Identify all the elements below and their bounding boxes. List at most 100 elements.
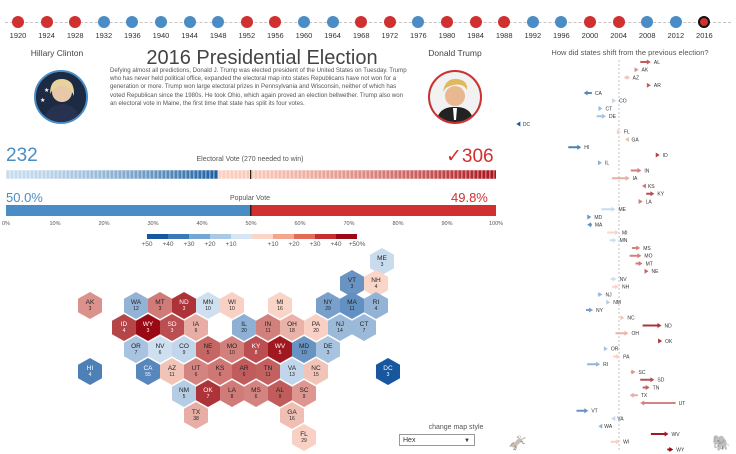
state-hex-nm[interactable]: NM 5 [172, 380, 196, 407]
state-hex-mo[interactable]: MO 10 [220, 336, 244, 363]
year-label[interactable]: 1996 [547, 31, 575, 40]
state-hex-az[interactable]: AZ 11 [160, 358, 184, 385]
year-label[interactable]: 1972 [376, 31, 404, 40]
state-hex-nc[interactable]: NC 15 [304, 358, 328, 385]
year-label[interactable]: 1976 [404, 31, 432, 40]
year-label[interactable]: 1928 [61, 31, 89, 40]
year-label[interactable]: 1936 [118, 31, 146, 40]
state-hex-sc[interactable]: SC 9 [292, 380, 316, 407]
year-dot-1992[interactable] [526, 16, 539, 28]
year-dot-2000[interactable] [584, 16, 596, 28]
year-label[interactable]: 1944 [176, 31, 204, 40]
state-hex-ne[interactable]: NE 5 [196, 336, 220, 363]
year-label[interactable]: 1992 [519, 31, 547, 40]
map-style-select[interactable]: Hex ▼ [399, 434, 475, 446]
year-label[interactable]: 2004 [605, 31, 633, 40]
state-hex-ri[interactable]: RI 4 [364, 292, 388, 319]
state-hex-me[interactable]: ME 3 [370, 248, 394, 275]
state-hex-mi[interactable]: MI 16 [268, 292, 292, 319]
state-hex-oh[interactable]: OH 18 [280, 314, 304, 341]
state-hex-co[interactable]: CO 9 [172, 336, 196, 363]
state-hex-ct[interactable]: CT 7 [352, 314, 376, 341]
state-hex-md[interactable]: MD 10 [292, 336, 316, 363]
state-hex-tx[interactable]: TX 38 [184, 402, 208, 429]
year-dot-2016[interactable] [698, 16, 711, 28]
state-hex-nv[interactable]: NV 6 [148, 336, 172, 363]
year-label[interactable]: 2000 [576, 31, 604, 40]
year-dot-1940[interactable] [155, 16, 167, 28]
year-label[interactable]: 1932 [90, 31, 118, 40]
year-label[interactable]: 2016 [690, 31, 718, 40]
year-dot-2004[interactable] [612, 16, 625, 28]
state-hex-ca[interactable]: CA 55 [136, 358, 160, 385]
state-hex-wv[interactable]: WV 5 [268, 336, 292, 363]
year-dot-1928[interactable] [69, 16, 82, 28]
state-hex-wy[interactable]: WY 3 [136, 314, 160, 341]
state-hex-ok[interactable]: OK 7 [196, 380, 220, 407]
state-hex-dc[interactable]: DC 3 [376, 358, 400, 385]
state-hex-in[interactable]: IN 11 [256, 314, 280, 341]
year-dot-1976[interactable] [412, 16, 425, 28]
year-dot-1960[interactable] [298, 16, 310, 28]
year-dot-1956[interactable] [269, 16, 282, 28]
year-dot-1944[interactable] [183, 16, 196, 28]
year-dot-1964[interactable] [326, 16, 339, 28]
year-label[interactable]: 1980 [433, 31, 461, 40]
state-hex-ks[interactable]: KS 6 [208, 358, 232, 385]
state-hex-sd[interactable]: SD 3 [160, 314, 184, 341]
state-hex-or[interactable]: OR 7 [124, 336, 148, 363]
state-hex-ia[interactable]: IA 6 [184, 314, 208, 341]
state-hex-ms[interactable]: MS 6 [244, 380, 268, 407]
state-hex-ny[interactable]: NY 29 [316, 292, 340, 319]
state-hex-il[interactable]: IL 20 [232, 314, 256, 341]
state-hex-ak[interactable]: AK 3 [78, 292, 102, 319]
year-dot-1932[interactable] [97, 16, 110, 28]
state-hex-id[interactable]: ID 4 [112, 314, 136, 341]
year-dot-1920[interactable] [12, 16, 24, 28]
state-hex-ar[interactable]: AR 6 [232, 358, 256, 385]
state-hex-wa[interactable]: WA 12 [124, 292, 148, 319]
state-hex-la[interactable]: LA 8 [220, 380, 244, 407]
state-hex-mn[interactable]: MN 10 [196, 292, 220, 319]
year-dot-1980[interactable] [441, 16, 453, 28]
state-hex-wi[interactable]: WI 10 [220, 292, 244, 319]
year-dot-2012[interactable] [669, 16, 682, 28]
year-dot-1948[interactable] [212, 16, 225, 28]
state-hex-ky[interactable]: KY 8 [244, 336, 268, 363]
year-dot-1984[interactable] [469, 16, 482, 28]
year-label[interactable]: 1988 [490, 31, 518, 40]
year-dot-1924[interactable] [40, 16, 53, 28]
year-dot-1988[interactable] [498, 16, 511, 28]
year-label[interactable]: 1984 [462, 31, 490, 40]
state-hex-tn[interactable]: TN 11 [256, 358, 280, 385]
year-label[interactable]: 1920 [4, 31, 32, 40]
year-label[interactable]: 1960 [290, 31, 318, 40]
state-hex-mt[interactable]: MT 3 [148, 292, 172, 319]
state-hex-fl[interactable]: FL 29 [292, 424, 316, 451]
year-label[interactable]: 1968 [347, 31, 375, 40]
state-hex-ma[interactable]: MA 11 [340, 292, 364, 319]
state-hex-de[interactable]: DE 3 [316, 336, 340, 363]
year-label[interactable]: 1948 [204, 31, 232, 40]
year-label[interactable]: 2008 [633, 31, 661, 40]
year-label[interactable]: 1964 [319, 31, 347, 40]
year-label[interactable]: 1940 [147, 31, 175, 40]
year-label[interactable]: 2012 [662, 31, 690, 40]
year-dot-1972[interactable] [383, 16, 396, 28]
state-hex-va[interactable]: VA 13 [280, 358, 304, 385]
state-hex-ut[interactable]: UT 6 [184, 358, 208, 385]
year-dot-1936[interactable] [126, 16, 139, 28]
year-dot-1968[interactable] [355, 16, 368, 28]
state-hex-nd[interactable]: ND 3 [172, 292, 196, 319]
year-dot-1996[interactable] [555, 16, 568, 28]
year-label[interactable]: 1924 [33, 31, 61, 40]
state-hex-nj[interactable]: NJ 14 [328, 314, 352, 341]
year-dot-1952[interactable] [240, 16, 253, 28]
state-hex-pa[interactable]: PA 20 [304, 314, 328, 341]
state-hex-ga[interactable]: GA 16 [280, 402, 304, 429]
state-hex-al[interactable]: AL 9 [268, 380, 292, 407]
year-label[interactable]: 1956 [261, 31, 289, 40]
state-hex-hi[interactable]: HI 4 [78, 358, 102, 385]
year-dot-2008[interactable] [641, 16, 654, 28]
year-label[interactable]: 1952 [233, 31, 261, 40]
